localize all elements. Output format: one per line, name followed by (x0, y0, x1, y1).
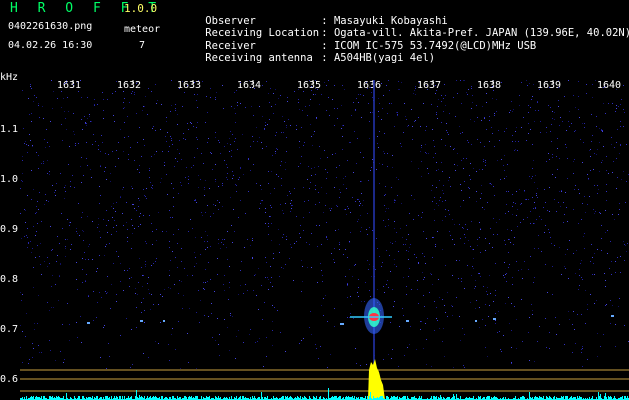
y-tick-label: 1.0 (0, 174, 19, 185)
antenna-value: : A504HB(yagi 4el) (321, 52, 436, 64)
y-tick-label: 0.7 (0, 324, 19, 335)
antenna-row: Receiving antenna : A504HB(yagi 4el) (180, 40, 435, 76)
noise-field (20, 80, 629, 369)
reference-lines (20, 369, 629, 392)
baseline-noise (20, 388, 629, 400)
date-time: 04.02.26 16:30 (8, 40, 93, 51)
tick-marks (72, 80, 614, 84)
y-tick-label: 0.6 (0, 374, 19, 385)
unit-label: kHz (0, 72, 19, 83)
y-tick-label: 1.1 (0, 124, 19, 135)
y-tick-label: 0.8 (0, 274, 19, 285)
meteor-echo (350, 298, 392, 334)
antenna-label: Receiving antenna (205, 52, 313, 64)
meteor-count: 7 (139, 40, 146, 51)
meteor-label: meteor (124, 24, 161, 35)
hroft-window: H R O F F T 1.0.0 0402261630.png meteor … (0, 0, 629, 400)
app-version: 1.0.0 (124, 2, 158, 15)
y-tick-label: 0.9 (0, 224, 19, 235)
file-name: 0402261630.png (8, 21, 93, 32)
spectrogram (20, 80, 629, 400)
